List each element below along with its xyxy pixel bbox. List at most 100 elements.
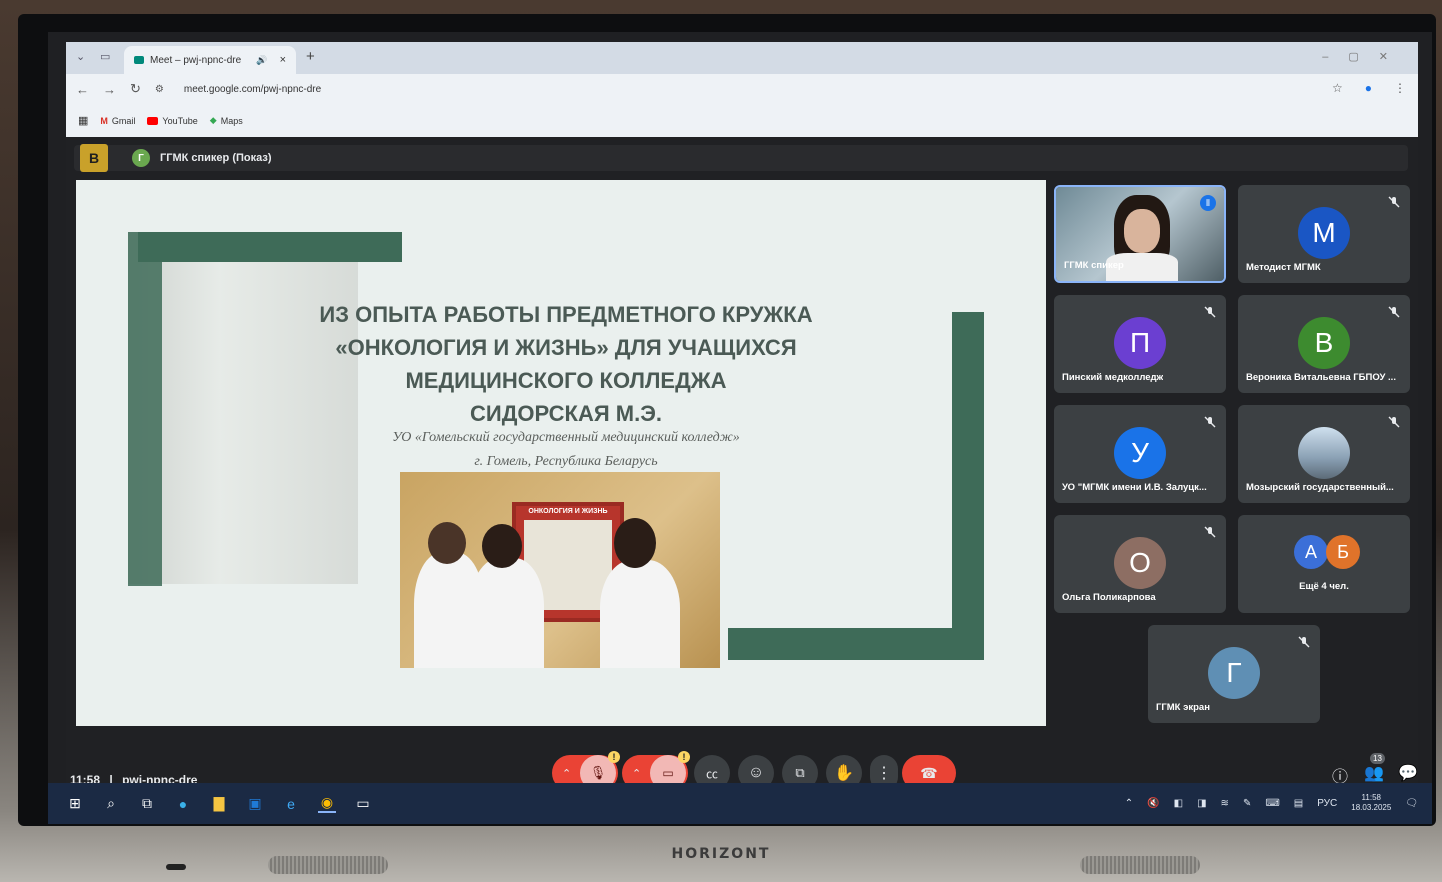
- outlook-icon[interactable]: ▣: [246, 795, 264, 813]
- edge-icon[interactable]: ●: [174, 795, 192, 813]
- whiteboard-app-icon[interactable]: ▭: [354, 795, 372, 813]
- task-view-icon[interactable]: ⧉: [138, 795, 156, 813]
- tab-close-icon[interactable]: ×: [280, 54, 286, 66]
- language-indicator[interactable]: РУС: [1317, 798, 1337, 809]
- slide-subtitle-line: УО «Гомельский государственный медицинск…: [392, 430, 740, 445]
- participant-tile-speaker[interactable]: ⦀ ГГМК спикер: [1054, 185, 1226, 283]
- participant-name: Вероника Витальевна ГБПОУ ...: [1246, 372, 1396, 383]
- site-info-icon[interactable]: ⚙: [155, 84, 164, 95]
- volume-muted-icon[interactable]: 🔇: [1147, 798, 1159, 809]
- tab-groups-icon[interactable]: ▭: [100, 50, 110, 63]
- tab-search-icon[interactable]: ⌄: [76, 50, 85, 63]
- bookmark-label: Gmail: [111, 115, 136, 126]
- monitor-brand-logo: HORIZONT: [671, 846, 771, 862]
- back-icon[interactable]: ←: [76, 82, 89, 97]
- warning-icon: !: [608, 751, 620, 763]
- photo-student: [470, 558, 544, 668]
- tray-app-icon[interactable]: ◨: [1197, 798, 1206, 809]
- present-screen-icon: ⧉: [795, 765, 805, 780]
- photo-board-text: ОНКОЛОГИЯ И ЖИЗНЬ: [528, 508, 608, 515]
- tray-app-icon[interactable]: ▤: [1294, 798, 1303, 809]
- tab-strip: ⌄ ▭ Meet – pwj-npnc-dre 🔊 × + –▢✕: [66, 42, 1418, 74]
- participant-tile[interactable]: В Вероника Витальевна ГБПОУ ...: [1238, 295, 1410, 393]
- slide-subtitle: УО «Гомельский государственный медицинск…: [276, 426, 856, 474]
- system-tray: ⌃ 🔇 ◧ ◨ ≋ ✎ ⌨ ▤ РУС 11:58 18.03.2025 🗨: [1125, 793, 1418, 813]
- presenter-avatar: Г: [132, 149, 150, 167]
- participant-tile[interactable]: Мозырский государственный...: [1238, 405, 1410, 503]
- presenter-badge: В: [80, 144, 108, 172]
- chevron-up-icon: ⌃: [632, 767, 642, 780]
- bookmarks-bar: ▦ M Gmail YouTube ◆ Maps: [66, 104, 1418, 137]
- participant-tile[interactable]: У УО "МГМК имени И.В. Залуцк...: [1054, 405, 1226, 503]
- mic-off-icon: [1204, 415, 1216, 428]
- slide-green-bar-bottom: [728, 628, 984, 660]
- tab-audio-icon[interactable]: 🔊: [256, 55, 267, 66]
- camera-off-icon: ▭: [662, 766, 674, 780]
- bookmark-maps[interactable]: ◆ Maps: [210, 115, 243, 126]
- photo-teacher: [600, 560, 680, 668]
- slide-title: ИЗ ОПЫТА РАБОТЫ ПРЕДМЕТНОГО КРУЖКА «ОНКО…: [276, 298, 856, 430]
- bookmark-gmail[interactable]: M Gmail: [100, 116, 135, 126]
- tab-title: Meet – pwj-npnc-dre: [150, 54, 242, 66]
- menu-kebab-icon[interactable]: ⋮: [1394, 81, 1406, 95]
- mic-off-icon: [1388, 305, 1400, 318]
- mic-off-icon: [1388, 415, 1400, 428]
- slide-photo: ОНКОЛОГИЯ И ЖИЗНЬ: [400, 472, 720, 668]
- bookmark-star-icon[interactable]: ☆: [1332, 81, 1343, 95]
- slide-title-line: «ОНКОЛОГИЯ И ЖИЗНЬ» ДЛЯ УЧАЩИХСЯ: [335, 335, 797, 360]
- chat-button[interactable]: 💬: [1398, 763, 1418, 783]
- participant-tile-more[interactable]: А Б Ещё 4 чел.: [1238, 515, 1410, 613]
- slide-green-bar-top: [138, 232, 402, 262]
- apps-grid-icon[interactable]: ▦: [78, 114, 88, 127]
- participant-avatar: В: [1298, 317, 1350, 369]
- presenter-label: ГГМК спикер (Показ): [160, 152, 272, 164]
- window-controls[interactable]: –▢✕: [1322, 50, 1408, 63]
- screen: ⌄ ▭ Meet – pwj-npnc-dre 🔊 × + –▢✕ ← → ↻: [48, 32, 1432, 824]
- hand-icon: ✋: [834, 765, 854, 782]
- participant-avatar: А: [1294, 535, 1328, 569]
- participant-tile[interactable]: П Пинский медколледж: [1054, 295, 1226, 393]
- tab-meet[interactable]: Meet – pwj-npnc-dre 🔊 ×: [124, 46, 296, 74]
- file-explorer-icon[interactable]: ▇: [210, 795, 228, 813]
- slide-subtitle-line: г. Гомель, Республика Беларусь: [474, 454, 658, 469]
- browser-chrome: ⌄ ▭ Meet – pwj-npnc-dre 🔊 × + –▢✕ ← → ↻: [66, 42, 1418, 137]
- participant-tile[interactable]: О Ольга Поликарпова: [1054, 515, 1226, 613]
- chevron-up-icon: ⌃: [562, 767, 572, 780]
- power-led: [166, 864, 186, 870]
- taskbar: ⊞ ⌕ ⧉ ● ▇ ▣ e ◉ ▭ ⌃ 🔇 ◧ ◨ ≋ ✎ ⌨ ▤ РУС 11…: [48, 783, 1432, 824]
- slide-title-line: ИЗ ОПЫТА РАБОТЫ ПРЕДМЕТНОГО КРУЖКА: [319, 302, 813, 327]
- people-icon: 👥: [1364, 765, 1384, 782]
- captions-icon: ㏄: [705, 766, 718, 781]
- monitor: ⌄ ▭ Meet – pwj-npnc-dre 🔊 × + –▢✕ ← → ↻: [0, 0, 1442, 882]
- reload-icon[interactable]: ↻: [130, 81, 141, 97]
- search-icon[interactable]: ⌕: [102, 795, 120, 813]
- bookmark-youtube[interactable]: YouTube: [147, 116, 198, 126]
- notifications-icon[interactable]: 🗨: [1405, 798, 1418, 809]
- profile-icon[interactable]: ●: [1365, 81, 1372, 95]
- slide-green-bar-right: [952, 312, 984, 660]
- speaking-indicator-icon: ⦀: [1200, 195, 1216, 211]
- participant-tile[interactable]: Г ГГМК экран: [1148, 625, 1320, 723]
- taskbar-clock[interactable]: 11:58 18.03.2025: [1351, 793, 1391, 813]
- participant-name: УО "МГМК имени И.В. Залуцк...: [1062, 482, 1207, 493]
- mic-off-icon: 🎙: [589, 765, 607, 780]
- internet-explorer-icon[interactable]: e: [282, 795, 300, 813]
- address-bar[interactable]: meet.google.com/pwj-npnc-dre: [184, 84, 321, 95]
- tray-chevron-icon[interactable]: ⌃: [1125, 798, 1133, 809]
- windows-start-icon[interactable]: ⊞: [66, 795, 84, 813]
- pen-icon[interactable]: ✎: [1243, 798, 1251, 809]
- wifi-icon[interactable]: ≋: [1221, 798, 1229, 809]
- slide-green-bar-left: [128, 232, 162, 586]
- people-button[interactable]: 13 👥: [1364, 753, 1385, 783]
- chrome-icon[interactable]: ◉: [318, 794, 336, 813]
- presenter-bar: В Г ГГМК спикер (Показ): [74, 144, 1408, 172]
- bookmark-label: Maps: [220, 115, 243, 126]
- people-count: 13: [1370, 753, 1385, 764]
- participant-tile[interactable]: М Методист МГМК: [1238, 185, 1410, 283]
- control-bar: 11:58 | pwj-npnc-dre ⌃ 🎙 ! ⌃ ▭ ! ㏄ ☺ ⧉ ✋…: [66, 737, 1418, 791]
- new-tab-button[interactable]: +: [306, 48, 315, 65]
- kebab-menu-icon: ⋮: [876, 765, 892, 782]
- tray-app-icon[interactable]: ◧: [1174, 798, 1183, 809]
- keyboard-icon[interactable]: ⌨: [1265, 798, 1279, 809]
- forward-icon[interactable]: →: [103, 82, 116, 97]
